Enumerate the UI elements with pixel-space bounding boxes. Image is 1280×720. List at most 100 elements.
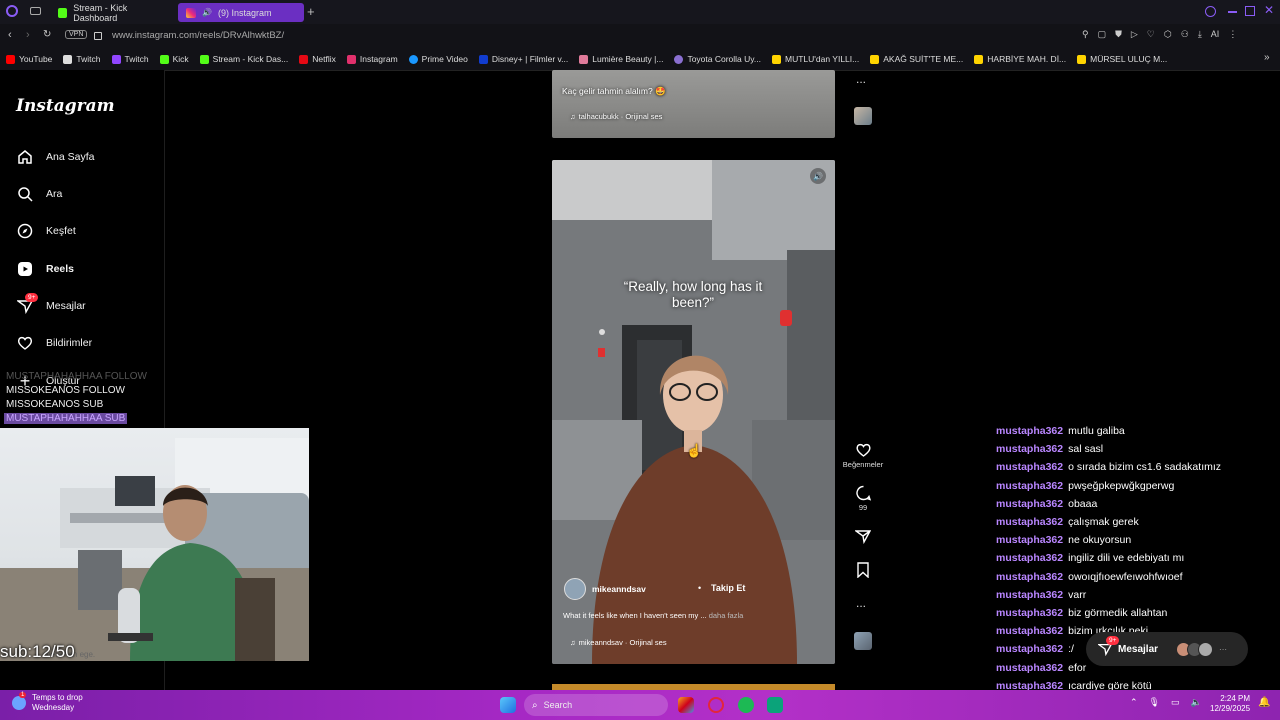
more-link[interactable]: daha fazla [709,611,744,620]
profile-icon[interactable]: ⚇ [1181,29,1189,40]
network-icon[interactable]: ▭ [1171,697,1180,708]
prev-more-icon[interactable]: ... [856,72,866,86]
chat-text: biz görmedik allahtan [1068,607,1168,619]
download-icon[interactable]: ⤓ [1198,29,1202,40]
chat-username[interactable]: mustapha362 [996,498,1063,510]
chat-username[interactable]: mustapha362 [996,625,1063,637]
chat-username[interactable]: mustapha362 [996,662,1063,674]
chat-username[interactable]: mustapha362 [996,480,1063,492]
chat-text: :/ [1068,643,1074,656]
forward-icon[interactable]: › [26,29,30,41]
copilot-icon[interactable] [678,697,694,713]
chat-username[interactable]: mustapha362 [996,589,1063,601]
bookmark-kick-dashboard[interactable]: Stream - Kick Das... [199,52,288,66]
search-tabs-icon[interactable] [1205,6,1216,17]
nav-reels[interactable]: Reels [16,260,74,278]
tray-chevron-icon[interactable]: ⌃ [1130,697,1138,708]
bookmark-toyota[interactable]: Toyota Corolla Uy... [674,52,761,66]
save-button[interactable] [856,562,870,583]
share-button[interactable] [853,528,872,549]
chat-username[interactable]: mustapha362 [996,607,1063,619]
restore-icon[interactable] [1245,6,1255,16]
reel-audio[interactable]: ♫ mikeanndsav · Orijinal ses [570,638,667,647]
vpn-badge[interactable]: VPN [65,30,88,39]
author-avatar[interactable] [564,578,586,600]
bookmarks-overflow-icon[interactable]: » [1264,52,1270,63]
heart-icon[interactable]: ♡ [1147,29,1155,40]
extensions-icon[interactable]: ⬡ [1164,29,1172,40]
minimize-icon[interactable] [1228,11,1237,13]
bookmark-lumiere[interactable]: Lumière Beauty |... [579,52,663,66]
weather-widget[interactable]: 1 Temps to drop Wednesday [12,692,83,713]
snapshot-icon[interactable]: ▢ [1098,29,1107,40]
nav-notifications[interactable]: Bildirimler [16,334,92,352]
chat-username[interactable]: mustapha362 [996,552,1063,564]
start-button[interactable] [500,697,516,713]
previous-reel[interactable]: Kaç gelir tahmin alalım? 🤩 ♫ talhacubukk … [552,70,835,138]
taskbar-search[interactable]: ⌕ Search [524,694,668,716]
messages-float-button[interactable]: 9+ Mesajlar ··· [1086,632,1248,666]
chat-username[interactable]: mustapha362 [996,443,1063,455]
bookmark-youtube[interactable]: YouTube [6,52,52,66]
nav-label: Ara [46,188,63,200]
spotify-icon[interactable] [738,697,754,713]
shield-icon[interactable]: ⛊ [1115,29,1122,40]
opera-icon[interactable] [708,697,724,713]
like-button[interactable]: Beğenmeler [841,442,885,469]
stream-alert-1: MUSTAPHAHAHHAA FOLLOW [6,371,147,382]
pin-icon[interactable]: ⚲ [1082,29,1089,40]
aria-icon[interactable]: AI [1211,29,1220,40]
more-options-icon[interactable]: ... [856,596,866,610]
bookmark-mursel[interactable]: MÜRSEL ULUÇ M... [1077,52,1167,66]
instagram-logo[interactable]: Instagram [16,96,115,116]
chat-username[interactable]: mustapha362 [996,571,1063,583]
bookmark-instagram[interactable]: Instagram [346,52,398,66]
author-username[interactable]: mikeanndsav [592,584,646,594]
nav-messages[interactable]: 9+ Mesajlar [16,293,86,315]
nav-search[interactable]: Ara [16,185,62,203]
bookmark-disney[interactable]: Disney+ | Filmler v... [478,52,568,66]
prev-audio-thumbnail[interactable] [854,107,872,125]
close-window-icon[interactable]: ✕ [1264,3,1274,17]
back-icon[interactable]: ‹ [8,29,12,41]
reload-icon[interactable]: ↻ [43,29,51,40]
notification-bell-icon[interactable]: 🔔 [1258,697,1270,708]
clock-date: 12/29/2025 [1210,704,1251,713]
weather-subtitle: Wednesday [32,703,75,712]
current-reel-video[interactable]: “Really, how long has it been?” 🔊 mikean… [552,160,835,664]
app-icon[interactable] [767,697,783,713]
weather-badge: 1 [19,692,27,698]
nav-explore[interactable]: Keşfet [16,222,76,240]
menu-icon[interactable]: ⋮ [1228,29,1237,40]
workspaces-icon[interactable] [30,7,41,15]
microphone-icon[interactable]: 🎙 [1149,697,1160,708]
opera-logo-icon[interactable] [6,5,18,17]
chat-username[interactable]: mustapha362 [996,425,1063,437]
volume-icon[interactable]: 🔈 [1191,697,1202,708]
bookmark-prime-video[interactable]: Prime Video [408,52,468,66]
new-tab-button[interactable]: + [307,4,315,19]
mute-icon[interactable]: 🔊 [810,168,826,184]
chat-username[interactable]: mustapha362 [996,461,1063,473]
url-field[interactable]: www.instagram.com/reels/DRvAlhwktBZ/ [112,30,284,41]
audio-thumbnail[interactable] [854,632,872,650]
comment-button[interactable]: 99 [841,485,885,512]
bookmark-netflix[interactable]: Netflix [299,52,336,66]
nav-label: Reels [46,263,75,275]
follow-button[interactable]: Takip Et [711,583,745,593]
tab-instagram[interactable]: 🔊 (9) Instagram [178,3,304,22]
chat-username[interactable]: mustapha362 [996,516,1063,528]
player-icon[interactable]: ▷ [1131,29,1138,40]
chat-username[interactable]: mustapha362 [996,643,1063,655]
bookmark-twitch-1[interactable]: Twitch [63,52,101,66]
tab-kick-dashboard[interactable]: Stream - Kick Dashboard [50,3,174,23]
bookmark-mutlu[interactable]: MUTLU'dan YILLI... [772,52,859,66]
bookmark-twitch-2[interactable]: Twitch [111,52,149,66]
bookmark-akag[interactable]: AKAĞ SUİT'TE ME... [870,52,963,66]
bookmark-harbiye[interactable]: HARBİYE MAH. Dİ... [974,52,1066,66]
bookmark-kick[interactable]: Kick [159,52,189,66]
chat-username[interactable]: mustapha362 [996,534,1063,546]
notification-badge: 9+ [25,293,39,302]
clock[interactable]: 2:24 PM 12/29/2025 [1210,694,1250,714]
nav-home[interactable]: Ana Sayfa [16,148,94,166]
